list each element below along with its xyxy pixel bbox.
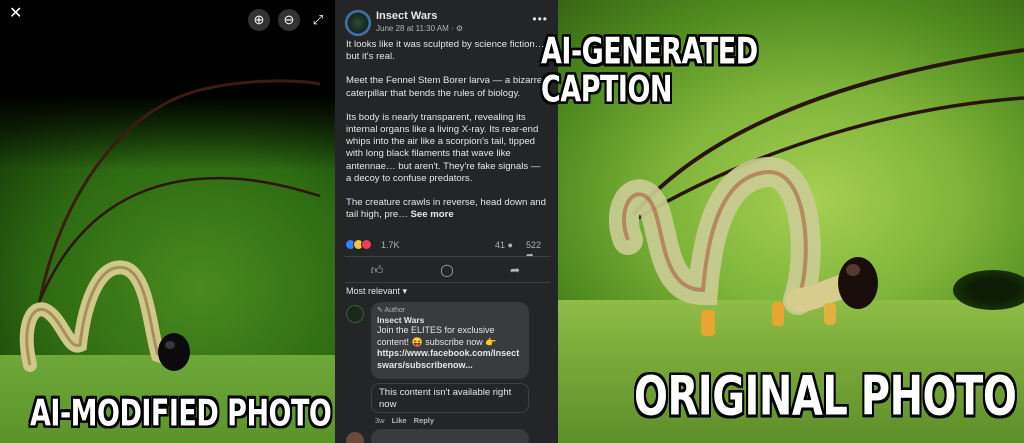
comments-count[interactable]: 41 ● xyxy=(495,240,513,250)
comment-icon[interactable]: ◯ xyxy=(437,261,457,279)
zoom-out-icon[interactable]: ⊖ xyxy=(278,9,300,31)
see-more-link[interactable]: See more xyxy=(411,209,454,220)
original-photo-caption: ORIGINAL PHOTO xyxy=(634,366,1017,429)
pen-icon: ✎ xyxy=(377,307,383,314)
post-text: It looks like it was sculpted by science… xyxy=(346,39,546,233)
comments-count-value[interactable]: 41 xyxy=(495,240,505,250)
comment-meta: 3w Like Reply xyxy=(375,416,434,425)
author-badge: ✎ Author xyxy=(377,306,523,314)
comment-time[interactable]: 3w xyxy=(375,416,385,425)
viewer-toolbar: ⊕ ⊖ ⤢ xyxy=(0,9,335,31)
reactions-bar: 1.7K 41 ● 522 ➦ xyxy=(345,239,550,260)
share-icon[interactable]: ➦ xyxy=(505,261,525,279)
divider xyxy=(345,256,550,257)
reactions-count[interactable]: 1.7K xyxy=(381,240,400,250)
author-badge-label: Author xyxy=(384,307,406,314)
composite-image: ✕ ⊕ ⊖ ⤢ AI-MODIFIED PHOTO Insect Wars Ju… xyxy=(0,0,1024,443)
commenter-avatar[interactable] xyxy=(346,305,364,323)
page-name[interactable]: Insect Wars xyxy=(376,10,437,22)
shares-count[interactable]: 522 ➦ xyxy=(526,240,550,261)
comment-count-icon: ● xyxy=(507,240,513,250)
unavailable-content-box: This content isn't available right now xyxy=(371,383,529,413)
post-actions: 👍︎ ◯ ➦ xyxy=(345,261,550,279)
comment-sort-dropdown[interactable]: Most relevant ▾ xyxy=(346,286,407,297)
modified-larva-image xyxy=(19,79,321,372)
comment-link[interactable]: https://www.facebook.com/Insectswars/sub… xyxy=(377,348,523,371)
comment-like-button[interactable]: Like xyxy=(392,416,407,425)
next-commenter-avatar[interactable] xyxy=(346,432,364,443)
share-count-icon: ➦ xyxy=(526,250,534,260)
caret-down-icon: ▾ xyxy=(402,286,408,296)
like-icon[interactable]: 👍︎ xyxy=(367,261,387,279)
next-comment xyxy=(371,429,529,443)
comment-sort-label[interactable]: Most relevant xyxy=(346,286,400,296)
post-paragraph: Its body is nearly transparent, revealin… xyxy=(346,111,541,184)
ai-modified-caption: AI-MODIFIED PHOTO xyxy=(30,393,332,435)
fullscreen-icon[interactable]: ⤢ xyxy=(307,9,329,31)
ai-modified-photo-panel: ✕ ⊕ ⊖ ⤢ AI-MODIFIED PHOTO xyxy=(0,0,335,443)
author-comment: ✎ Author Insect Wars Join the ELITES for… xyxy=(371,302,529,379)
facebook-post-panel: Insect Wars June 28 at 11:30 AM · ⚙ ••• … xyxy=(335,0,558,443)
post-paragraph: Meet the Fennel Stem Borer larva — a biz… xyxy=(346,75,543,99)
page-avatar[interactable] xyxy=(345,10,371,36)
post-paragraph-truncated: The creature crawls in reverse, head dow… xyxy=(346,197,546,221)
comment-text: Join the ELITES for exclusive content! 😝… xyxy=(377,325,497,347)
comment-reply-button[interactable]: Reply xyxy=(414,416,434,425)
post-date-text[interactable]: June 28 at 11:30 AM · xyxy=(376,24,456,33)
post-header: Insect Wars June 28 at 11:30 AM · ⚙ ••• xyxy=(345,8,550,38)
shares-count-value[interactable]: 522 xyxy=(526,240,541,250)
love-reaction-icon[interactable] xyxy=(361,239,372,251)
more-options-icon[interactable]: ••• xyxy=(532,12,548,26)
ai-generated-caption: AI-GENERATED CAPTION xyxy=(541,31,758,111)
zoom-in-icon[interactable]: ⊕ xyxy=(248,9,270,31)
globe-icon: ⚙ xyxy=(455,24,464,33)
post-paragraph: It looks like it was sculpted by science… xyxy=(346,39,545,63)
divider xyxy=(345,282,550,283)
commenter-name[interactable]: Insect Wars xyxy=(377,315,523,325)
post-date[interactable]: June 28 at 11:30 AM · ⚙ xyxy=(376,24,463,33)
